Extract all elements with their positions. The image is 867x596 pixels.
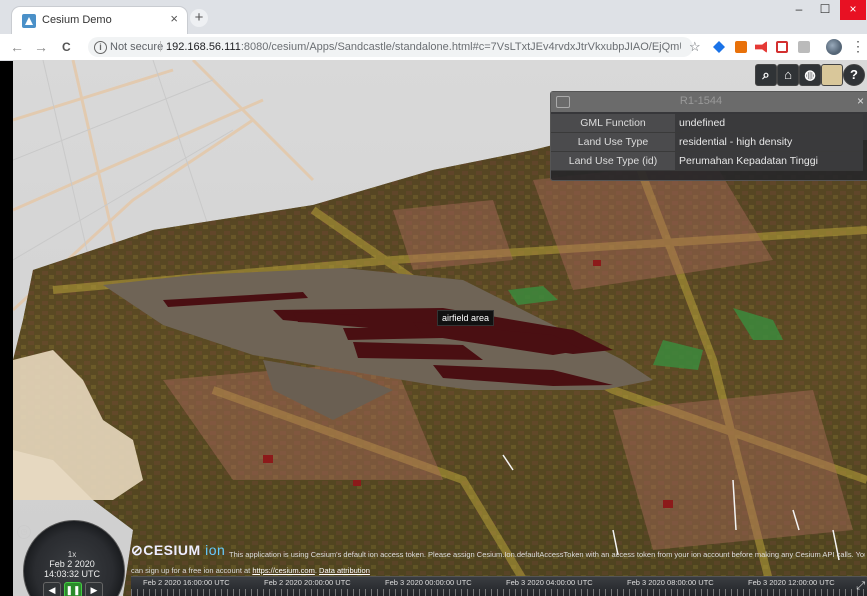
new-tab-button[interactable]: +: [190, 9, 208, 27]
cesium-ion-logo[interactable]: ⊘CESIUM ion: [131, 542, 225, 559]
timeline-ticks: [131, 589, 867, 596]
scene-mode-button[interactable]: ◍: [799, 64, 821, 86]
info-box: R1-1544 × GML Function undefined Land Us…: [550, 91, 867, 181]
geocoder-search-button[interactable]: ⌕: [755, 64, 777, 86]
cesium-logo-icon: ⊘: [131, 542, 144, 558]
property-key: Land Use Type (id): [551, 151, 675, 171]
forward-button[interactable]: →: [34, 39, 48, 55]
play-reverse-button[interactable]: ◀: [43, 582, 61, 596]
window-maximize-button[interactable]: ☐: [812, 0, 838, 20]
table-row: Land Use Type (id) Perumahan Kepadatan T…: [551, 151, 863, 171]
play-icon: ▶: [90, 585, 98, 595]
cesium-ion-text: ion: [205, 542, 226, 558]
clock-icon[interactable]: ◷: [17, 525, 31, 539]
timeline-label: Feb 2 2020 20:00:00 UTC: [264, 578, 351, 587]
property-value: residential - high density: [675, 132, 863, 152]
extension-pocket-icon[interactable]: [776, 41, 788, 53]
bookmark-star-icon[interactable]: ☆: [689, 39, 701, 55]
home-icon: ⌂: [784, 67, 792, 82]
back-button[interactable]: ←: [10, 39, 24, 55]
access-token-warning: This application is using Cesium's defau…: [229, 550, 865, 559]
timeline-label: Feb 3 2020 00:00:00 UTC: [385, 578, 472, 587]
signup-text: can sign up for a free ion account at: [131, 566, 253, 575]
timeline-label: Feb 2 2020 16:00:00 UTC: [143, 578, 230, 587]
credit-container: ⊘CESIUM ion This application is using Ce…: [131, 540, 867, 576]
reload-button[interactable]: C: [62, 40, 71, 54]
extension-sc-icon[interactable]: [735, 41, 747, 53]
timeline-label: Feb 3 2020 08:00:00 UTC: [627, 578, 714, 587]
extension-megaphone-icon[interactable]: [755, 41, 767, 53]
security-label: Not secure: [110, 41, 164, 53]
property-value: Perumahan Kepadatan Tinggi: [675, 151, 863, 171]
property-key: Land Use Type: [551, 132, 675, 152]
table-row: Land Use Type residential - high density: [551, 132, 863, 152]
pause-button[interactable]: ❚❚: [64, 582, 82, 596]
tab-title: Cesium Demo: [42, 14, 112, 26]
url-path: :8080/cesium/Apps/Sandcastle/standalone.…: [240, 41, 681, 53]
url-input[interactable]: i Not secure | 192.168.56.111:8080/cesiu…: [88, 37, 693, 57]
tab-close-button[interactable]: ×: [170, 11, 178, 26]
url-separator: |: [159, 40, 162, 52]
profile-avatar[interactable]: [826, 39, 842, 55]
url-host: 192.168.56.111: [166, 41, 241, 53]
info-icon[interactable]: i: [94, 41, 107, 54]
play-reverse-icon: ◀: [48, 585, 56, 595]
timeline-label: Feb 3 2020 04:00:00 UTC: [506, 578, 593, 587]
info-box-table: GML Function undefined Land Use Type res…: [551, 114, 863, 171]
browser-menu-button[interactable]: ⋮: [851, 38, 865, 55]
animation-time: 14:03:32 UTC: [43, 569, 101, 579]
property-key: GML Function: [551, 114, 675, 133]
cesium-favicon-icon: [22, 14, 36, 28]
cesium-link[interactable]: https://cesium.com: [252, 566, 315, 575]
play-forward-button[interactable]: ▶: [85, 582, 103, 596]
extension-shield-icon[interactable]: [713, 41, 725, 53]
extension-grey-icon[interactable]: [798, 41, 810, 53]
globe-icon: ◍: [804, 67, 816, 82]
browser-tab[interactable]: Cesium Demo ×: [12, 7, 187, 34]
info-box-title: R1-1544: [679, 95, 723, 107]
feature-hover-label: airfield area: [437, 310, 495, 326]
home-button[interactable]: ⌂: [777, 64, 799, 86]
url-text: 192.168.56.111:8080/cesium/Apps/Sandcast…: [166, 41, 681, 53]
address-bar: ← → C i Not secure | 192.168.56.111:8080…: [0, 34, 867, 61]
window-close-button[interactable]: ×: [840, 0, 866, 20]
animation-widget: ◷ 1x Feb 2 2020 14:03:32 UTC ◀ ❚❚ ▶: [13, 520, 131, 596]
window-minimize-button[interactable]: –: [786, 0, 812, 20]
data-attribution-link[interactable]: Data attribution: [319, 566, 370, 575]
cesium-toolbar: ⌕ ⌂ ◍ ?: [755, 64, 865, 86]
pause-icon: ❚❚: [65, 585, 81, 595]
search-icon: ⌕: [762, 67, 770, 82]
base-layer-picker-button[interactable]: [821, 64, 843, 86]
timeline[interactable]: Feb 2 2020 16:00:00 UTC Feb 2 2020 20:00…: [131, 576, 867, 596]
info-box-header: R1-1544 ×: [551, 92, 867, 112]
table-row: GML Function undefined: [551, 114, 863, 133]
property-value: undefined: [675, 114, 863, 133]
help-button[interactable]: ?: [843, 64, 865, 86]
credit-line-2: can sign up for a free ion account at ht…: [131, 566, 370, 575]
fullscreen-icon[interactable]: ⤢: [856, 580, 865, 593]
animation-speed: 1x: [67, 550, 77, 559]
browser-tab-bar: Cesium Demo × + – ☐ ×: [0, 0, 867, 34]
timeline-label: Feb 3 2020 12:00:00 UTC: [748, 578, 835, 587]
animation-date: Feb 2 2020: [49, 559, 95, 569]
info-box-close-button[interactable]: ×: [857, 94, 864, 108]
cesium-logo-text: CESIUM: [143, 542, 201, 558]
cesium-viewer[interactable]: ⌕ ⌂ ◍ ? R1-1544 × GML Function undefined…: [13, 60, 867, 596]
